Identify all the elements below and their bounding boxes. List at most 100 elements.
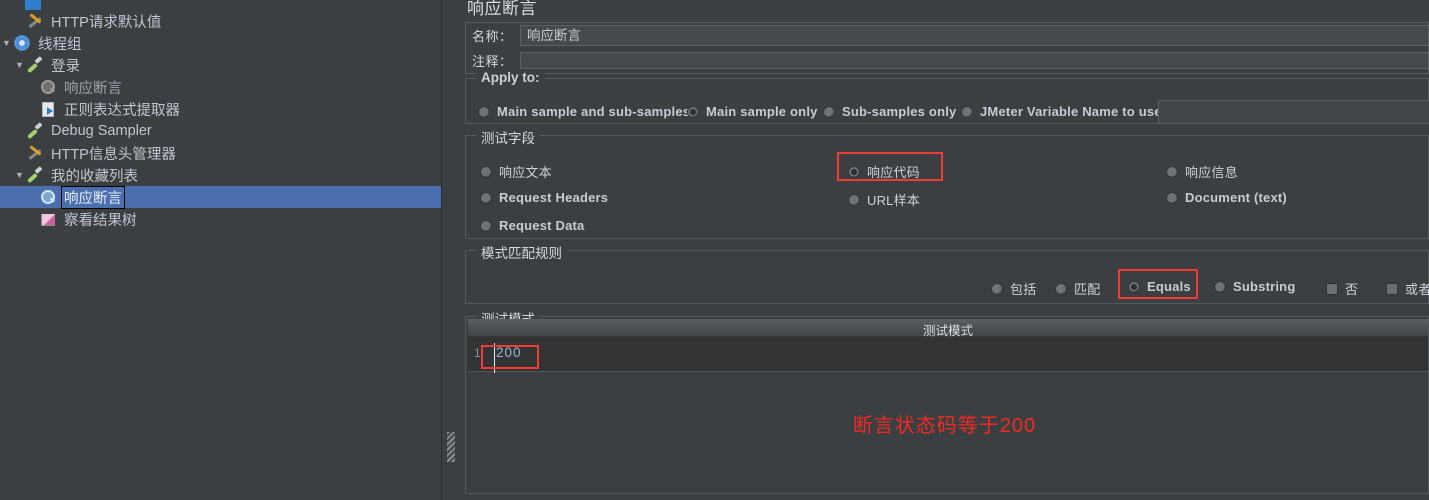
tree-item-label: 我的收藏列表 (51, 168, 138, 185)
radio-icon[interactable] (961, 105, 973, 118)
checkbox-icon[interactable] (1386, 282, 1398, 295)
checkbox-label: 否 (1345, 282, 1359, 297)
response-assertion-panel: 响应断言 名称： 响应断言 注释： Apply to: Main sample … (460, 0, 1429, 500)
tree-item-debug-sampler[interactable]: Debug Sampler (0, 120, 441, 142)
tree-item-http-defaults[interactable]: HTTP请求默认值 (0, 10, 441, 32)
tree-item-label: 响应断言 (61, 185, 125, 209)
radio-equals[interactable]: Equals (1128, 279, 1191, 294)
radio-response-text[interactable]: 响应文本 (480, 162, 552, 181)
radio-icon-selected[interactable] (848, 165, 860, 178)
name-label: 名称： (472, 29, 513, 44)
radio-response-message[interactable]: 响应信息 (1166, 162, 1238, 181)
radio-label: Request Headers (499, 190, 609, 205)
radio-sub-only[interactable]: Sub-samples only (823, 104, 956, 119)
radio-icon[interactable] (480, 219, 492, 232)
tree-item-http-header-manager[interactable]: HTTP信息头管理器 (0, 142, 441, 164)
checkbox-not[interactable]: 否 (1326, 279, 1358, 298)
radio-response-code[interactable]: 响应代码 (848, 162, 920, 181)
chart-icon (39, 210, 59, 228)
pipette-icon (26, 166, 46, 184)
test-plan-tree[interactable]: HTTP请求默认值 ▼ 线程组 ▼ 登录 响应断言 正则表达式提取器 Debug… (0, 0, 441, 500)
radio-label: Document (text) (1185, 190, 1287, 205)
radio-icon[interactable] (480, 165, 492, 178)
splitter-grip-icon[interactable] (447, 432, 455, 462)
name-comment-block: 名称： 响应断言 注释： (465, 22, 1429, 74)
radio-icon[interactable] (1166, 165, 1178, 178)
magnifier-grey-icon (39, 78, 59, 96)
tree-item-label: 响应断言 (64, 80, 122, 97)
tree-row-partial (0, 0, 441, 10)
radio-icon[interactable] (478, 105, 490, 118)
radio-icon-selected[interactable] (687, 105, 699, 118)
tree-item-label: Debug Sampler (51, 123, 152, 139)
test-field-group: 测试字段 响应文本 Request Headers Request Data 响… (465, 127, 1429, 239)
tree-item-view-results-tree[interactable]: 察看结果树 (0, 208, 441, 230)
radio-icon[interactable] (480, 191, 492, 204)
patterns-table-row[interactable]: 1 200 (468, 337, 1428, 375)
radio-icon[interactable] (823, 105, 835, 118)
comment-label: 注释： (472, 54, 513, 69)
text-caret (494, 343, 495, 375)
radio-label: URL样本 (867, 193, 921, 208)
radio-url-sample[interactable]: URL样本 (848, 190, 920, 209)
radio-icon-selected[interactable] (1128, 280, 1140, 293)
pattern-rules-title: 模式匹配规则 (476, 242, 567, 262)
radio-label: 响应信息 (1185, 165, 1238, 180)
radio-label: Sub-samples only (842, 104, 957, 119)
radio-label: 响应文本 (499, 165, 552, 180)
radio-label: Equals (1147, 279, 1191, 294)
tree-item-label: HTTP请求默认值 (51, 14, 162, 31)
pattern-value-cell[interactable]: 200 (496, 345, 522, 360)
pipette-icon (26, 56, 46, 74)
radio-request-headers[interactable]: Request Headers (480, 190, 608, 205)
radio-icon[interactable] (1166, 191, 1178, 204)
pattern-matching-rules-group: 模式匹配规则 包括 匹配 Equals Substring 否 或者 (465, 242, 1429, 304)
jmeter-variable-input[interactable] (1158, 100, 1429, 124)
blue-node-icon (24, 0, 44, 10)
magnifier-icon (39, 188, 59, 206)
radio-icon[interactable] (848, 193, 860, 206)
chevron-down-icon[interactable]: ▼ (0, 38, 13, 48)
tree-item-thread-group[interactable]: ▼ 线程组 (0, 32, 441, 54)
radio-contains[interactable]: 包括 (991, 279, 1036, 298)
comment-input[interactable] (520, 52, 1429, 69)
tree-item-label: 登录 (51, 58, 80, 75)
tree-item-label: 察看结果树 (64, 212, 137, 229)
panel-splitter[interactable] (441, 0, 461, 500)
tree-item-regex-extractor[interactable]: 正则表达式提取器 (0, 98, 441, 120)
radio-document-text[interactable]: Document (text) (1166, 190, 1287, 205)
radio-icon[interactable] (1214, 280, 1226, 293)
tree-item-response-assertion-selected[interactable]: 响应断言 (0, 185, 441, 209)
radio-icon[interactable] (991, 282, 1003, 295)
radio-label: Substring (1233, 279, 1296, 294)
tree-item-login[interactable]: ▼ 登录 (0, 54, 441, 76)
radio-label: Main sample and sub-samples (497, 104, 691, 119)
radio-matches[interactable]: 匹配 (1055, 279, 1100, 298)
radio-main-only[interactable]: Main sample only (687, 104, 818, 119)
tree-item-favorites-list[interactable]: ▼ 我的收藏列表 (0, 164, 441, 186)
radio-request-data[interactable]: Request Data (480, 218, 584, 233)
radio-icon[interactable] (1055, 282, 1067, 295)
chevron-down-icon[interactable]: ▼ (13, 60, 26, 70)
chevron-down-icon[interactable]: ▼ (13, 170, 26, 180)
radio-jmeter-variable[interactable]: JMeter Variable Name to use (961, 104, 1162, 119)
radio-label: 响应代码 (867, 165, 920, 180)
tree-item-response-assertion-1[interactable]: 响应断言 (0, 76, 441, 98)
radio-label: 匹配 (1074, 282, 1101, 297)
checkbox-label: 或者 (1405, 282, 1429, 297)
wrench-icon (26, 12, 46, 30)
test-patterns-group: 测试模式 测试模式 1 200 (465, 308, 1429, 494)
tree-item-label: 线程组 (38, 36, 82, 53)
jmeter-window: HTTP请求默认值 ▼ 线程组 ▼ 登录 响应断言 正则表达式提取器 Debug… (0, 0, 1429, 500)
tree-item-label: HTTP信息头管理器 (51, 146, 176, 163)
checkbox-or[interactable]: 或者 (1386, 279, 1429, 298)
radio-substring[interactable]: Substring (1214, 279, 1295, 294)
name-row: 名称： 响应断言 (466, 23, 1429, 48)
checkbox-icon[interactable] (1326, 282, 1338, 295)
test-field-title: 测试字段 (476, 127, 540, 147)
radio-main-and-sub[interactable]: Main sample and sub-samples (478, 104, 690, 119)
page-title: 响应断言 (467, 0, 537, 18)
pipette-icon (26, 122, 46, 140)
name-input[interactable]: 响应断言 (520, 25, 1429, 46)
comment-row: 注释： (466, 48, 1429, 73)
